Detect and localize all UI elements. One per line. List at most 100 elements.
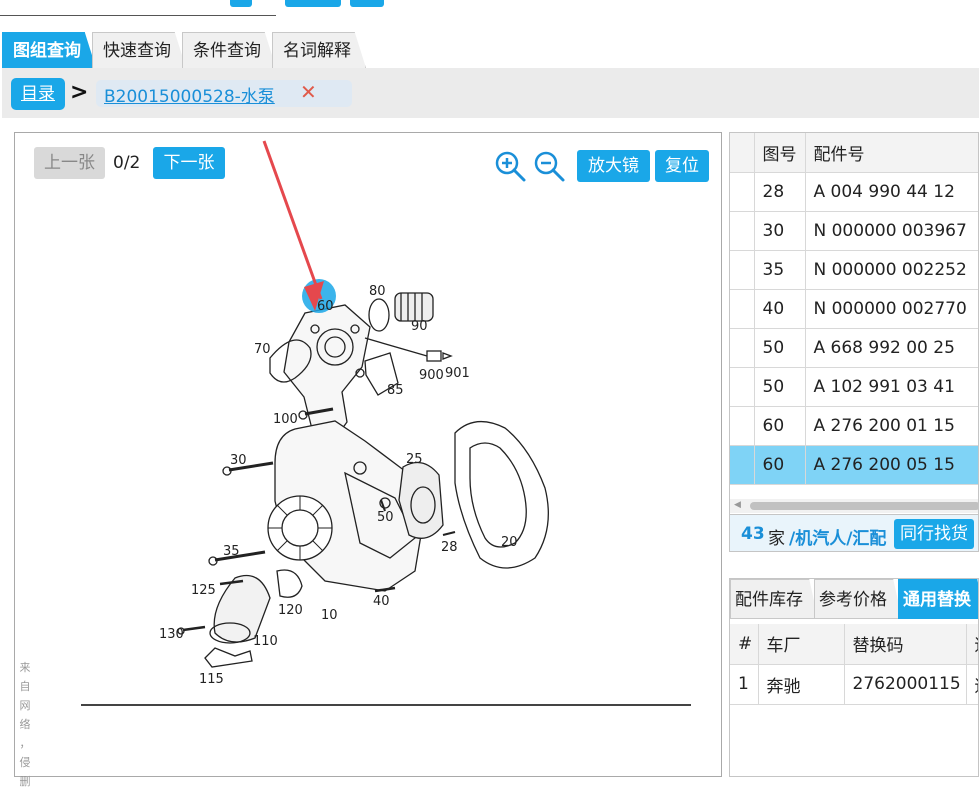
callout-90[interactable]: 90 — [411, 319, 428, 334]
table-row[interactable]: 40 N 000000 002770 — [730, 289, 978, 329]
supplier-source-link[interactable]: /机汽人/汇配 — [789, 524, 886, 549]
watermark-char: 侵 — [19, 756, 31, 769]
callout-85[interactable]: 85 — [387, 383, 404, 398]
tab-glossary[interactable]: 名词解释 — [272, 32, 366, 68]
fig-cell: 40 — [754, 289, 806, 329]
find-goods-button[interactable]: 同行找货 — [894, 519, 974, 549]
callout-110[interactable]: 110 — [253, 634, 278, 649]
fig-cell: 35 — [754, 250, 806, 290]
row-select-cell[interactable] — [730, 211, 755, 251]
supplier-footer: 43 家 /机汽人/汇配 同行找货 — [730, 514, 978, 551]
callout-60[interactable]: 60 — [317, 299, 334, 314]
parts-table: 图号 配件号 28 A 004 990 44 12 30 N 000000 00… — [730, 133, 978, 485]
top-search-button[interactable] — [285, 0, 341, 7]
tab-stock[interactable]: 配件库存 — [730, 579, 818, 619]
scroll-left-icon[interactable]: ◀ — [734, 500, 741, 510]
table-header-extra: 适 — [966, 624, 978, 665]
top-toolbar-button[interactable] — [230, 0, 252, 7]
row-select-cell[interactable] — [730, 289, 755, 329]
row-select-cell[interactable] — [730, 406, 755, 446]
callout-10[interactable]: 10 — [321, 608, 338, 623]
part-number-cell[interactable]: A 276 200 01 15 — [805, 406, 978, 446]
table-row[interactable]: 28 A 004 990 44 12 — [730, 172, 978, 212]
part-detail-panel: 配件库存 参考价格 通用替换 # 车厂 替换码 适 1 奔驰 276200011… — [729, 578, 979, 777]
table-header-part[interactable]: 配件号 — [805, 133, 978, 173]
callout-25[interactable]: 25 — [406, 452, 423, 467]
callout-40[interactable]: 40 — [373, 594, 390, 609]
callout-50[interactable]: 50 — [377, 510, 394, 525]
part-number-cell[interactable]: N 000000 003967 — [805, 211, 978, 251]
table-row[interactable]: 60 A 276 200 01 15 — [730, 406, 978, 446]
row-select-cell[interactable] — [730, 367, 755, 407]
fig-cell: 60 — [754, 445, 806, 485]
callout-115[interactable]: 115 — [199, 672, 224, 687]
diagram-viewer[interactable]: 上一张 0/2 下一张 放大镜 复位 60 80 90 70 900 901 8… — [14, 132, 722, 788]
top-extra-button[interactable] — [350, 0, 384, 7]
watermark-char: 络 — [19, 718, 31, 731]
callout-120[interactable]: 120 — [278, 603, 303, 618]
table-header-maker: 车厂 — [758, 624, 845, 665]
callout-20[interactable]: 20 — [501, 535, 518, 550]
detail-tabs: 配件库存 参考价格 通用替换 — [730, 579, 978, 619]
tab-reference-price[interactable]: 参考价格 — [814, 579, 902, 619]
part-number-cell[interactable]: A 668 992 00 25 — [805, 328, 978, 368]
tab-group-query[interactable]: 图组查询 — [2, 32, 96, 68]
watermark-char: 删 — [19, 775, 31, 788]
part-number-cell[interactable]: N 000000 002770 — [805, 289, 978, 329]
close-icon[interactable]: ✕ — [300, 80, 317, 104]
tab-quick-query[interactable]: 快速查询 — [92, 32, 186, 68]
breadcrumb-current-link[interactable]: B20015000528-水泵 — [104, 82, 275, 107]
row-select-cell[interactable] — [730, 445, 755, 485]
index-cell: 1 — [730, 664, 759, 705]
scrollbar-thumb[interactable] — [750, 502, 978, 510]
chevron-right-icon: > — [70, 80, 89, 105]
interchange-table: # 车厂 替换码 适 1 奔驰 2762000115 适 — [730, 624, 978, 705]
table-header-code: 替换码 — [844, 624, 967, 665]
row-select-cell[interactable] — [730, 172, 755, 212]
table-row[interactable]: 30 N 000000 003967 — [730, 211, 978, 251]
tab-interchange[interactable]: 通用替换 — [898, 579, 978, 619]
tab-condition-query[interactable]: 条件查询 — [182, 32, 276, 68]
callout-900[interactable]: 900 — [419, 368, 444, 383]
row-select-cell[interactable] — [730, 328, 755, 368]
callout-100[interactable]: 100 — [273, 412, 298, 427]
table-row[interactable]: 35 N 000000 002252 — [730, 250, 978, 290]
water-pump-exploded-diagram[interactable]: 60 80 90 70 900 901 85 100 30 25 50 28 2… — [15, 133, 721, 776]
callout-28[interactable]: 28 — [441, 540, 458, 555]
maker-cell: 奔驰 — [758, 664, 845, 705]
table-row[interactable]: 1 奔驰 2762000115 适 — [730, 664, 978, 705]
part-number-cell[interactable]: N 000000 002252 — [805, 250, 978, 290]
main-tabs: 图组查询 快速查询 条件查询 名词解释 — [2, 32, 366, 68]
callout-80[interactable]: 80 — [369, 284, 386, 299]
callout-35[interactable]: 35 — [223, 544, 240, 559]
parts-list-panel: 图号 配件号 28 A 004 990 44 12 30 N 000000 00… — [729, 132, 979, 552]
fig-cell: 60 — [754, 406, 806, 446]
fig-cell: 30 — [754, 211, 806, 251]
table-row[interactable]: 50 A 102 991 03 41 — [730, 367, 978, 407]
watermark-char: 网 — [19, 699, 31, 712]
supplier-count: 43 — [741, 524, 765, 544]
diagram-baseline — [81, 704, 691, 706]
callout-901[interactable]: 901 — [445, 366, 470, 381]
callout-130[interactable]: 130 — [159, 627, 184, 642]
table-header-fig[interactable]: 图号 — [754, 133, 806, 173]
horizontal-scrollbar[interactable]: ◀ — [730, 499, 978, 513]
table-row-selected[interactable]: 60 A 276 200 05 15 — [730, 445, 978, 485]
breadcrumb-root-link[interactable]: 目录 — [11, 78, 65, 110]
watermark-char: ， — [19, 737, 31, 750]
table-header-row: # 车厂 替换码 适 — [730, 624, 978, 665]
code-cell[interactable]: 2762000115 — [844, 664, 967, 705]
row-select-cell[interactable] — [730, 250, 755, 290]
part-number-cell[interactable]: A 276 200 05 15 — [805, 445, 978, 485]
fig-cell: 28 — [754, 172, 806, 212]
fig-cell: 50 — [754, 367, 806, 407]
extra-cell: 适 — [966, 664, 978, 705]
supplier-unit: 家 — [768, 529, 785, 549]
table-header-row: 图号 配件号 — [730, 133, 978, 173]
part-number-cell[interactable]: A 102 991 03 41 — [805, 367, 978, 407]
callout-70[interactable]: 70 — [254, 342, 271, 357]
part-number-cell[interactable]: A 004 990 44 12 — [805, 172, 978, 212]
table-row[interactable]: 50 A 668 992 00 25 — [730, 328, 978, 368]
callout-30[interactable]: 30 — [230, 453, 247, 468]
callout-125[interactable]: 125 — [191, 583, 216, 598]
